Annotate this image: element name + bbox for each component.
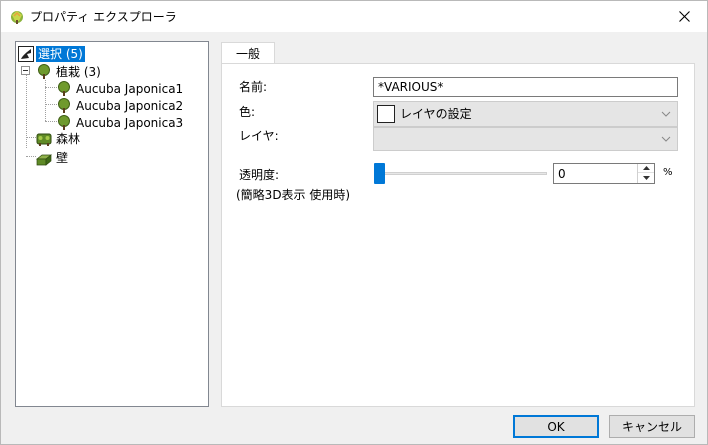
transparency-slider-track[interactable] xyxy=(379,172,547,175)
forest-icon xyxy=(36,133,52,146)
name-label: 名前: xyxy=(239,80,268,94)
tree-item-wall[interactable]: 壁 xyxy=(36,148,70,167)
transparency-value: 0 xyxy=(558,167,566,181)
collapse-toggle[interactable] xyxy=(21,66,30,75)
properties-explorer-dialog: プロパティ エクスプローラ 選択 (5) 植栽 (3) Aucuba Japon… xyxy=(0,0,708,445)
cancel-button[interactable]: キャンセル xyxy=(609,415,695,438)
chevron-down-icon xyxy=(661,111,671,117)
wall-icon xyxy=(36,153,52,166)
object-tree[interactable]: 選択 (5) 植栽 (3) Aucuba Japonica1 Aucuba Ja… xyxy=(15,41,209,407)
selection-cursor-icon xyxy=(18,45,34,62)
tree-icon xyxy=(38,63,50,79)
name-input[interactable]: *VARIOUS* xyxy=(373,77,678,97)
tree-item-label: Aucuba Japonica2 xyxy=(76,98,184,113)
tree-icon xyxy=(58,80,70,96)
close-button[interactable] xyxy=(661,1,707,32)
close-icon xyxy=(678,11,690,22)
chevron-down-icon xyxy=(661,136,671,142)
tab-general[interactable]: 一般 xyxy=(221,42,275,64)
cancel-button-label: キャンセル xyxy=(621,420,682,434)
ok-button[interactable]: OK xyxy=(513,415,599,438)
stepper-down-button[interactable] xyxy=(638,173,654,182)
name-input-value: *VARIOUS* xyxy=(378,80,444,94)
chevron-up-icon xyxy=(642,166,650,170)
tree-item-forest[interactable]: 森林 xyxy=(36,129,82,148)
tree-item-label: 植栽 (3) xyxy=(56,64,101,79)
app-icon xyxy=(11,11,23,24)
layer-label: レイヤ: xyxy=(239,129,279,143)
title-bar: プロパティ エクスプローラ xyxy=(1,1,707,32)
tree-item-selection[interactable]: 選択 (5) xyxy=(18,44,85,63)
tree-guide-line xyxy=(26,156,36,157)
color-label: 色: xyxy=(239,105,256,119)
stepper-up-button[interactable] xyxy=(638,164,654,173)
color-dropdown[interactable]: レイヤの設定 xyxy=(373,101,678,127)
tree-item-label: 森林 xyxy=(56,131,81,146)
transparency-slider-thumb[interactable] xyxy=(374,163,385,184)
tree-item-label: Aucuba Japonica1 xyxy=(76,81,184,96)
transparency-label: 透明度: xyxy=(239,168,280,182)
stepper-buttons xyxy=(637,164,654,183)
tree-guide-line xyxy=(26,137,36,138)
transparency-note: (簡略3D表示 使用時) xyxy=(236,188,351,202)
ok-button-label: OK xyxy=(547,419,565,434)
tree-item-label: 選択 (5) xyxy=(36,45,85,62)
percent-unit: % xyxy=(663,167,673,178)
tab-label: 一般 xyxy=(235,47,260,61)
tree-item-label: 壁 xyxy=(56,150,69,165)
chevron-down-icon xyxy=(642,175,650,180)
color-dropdown-value: レイヤの設定 xyxy=(400,107,472,121)
color-swatch xyxy=(377,105,395,123)
transparency-stepper[interactable]: 0 xyxy=(553,163,655,184)
layer-dropdown[interactable] xyxy=(373,127,678,151)
window-title: プロパティ エクスプローラ xyxy=(30,10,177,24)
tree-item-label: Aucuba Japonica3 xyxy=(76,115,184,130)
tree-icon xyxy=(58,97,70,113)
